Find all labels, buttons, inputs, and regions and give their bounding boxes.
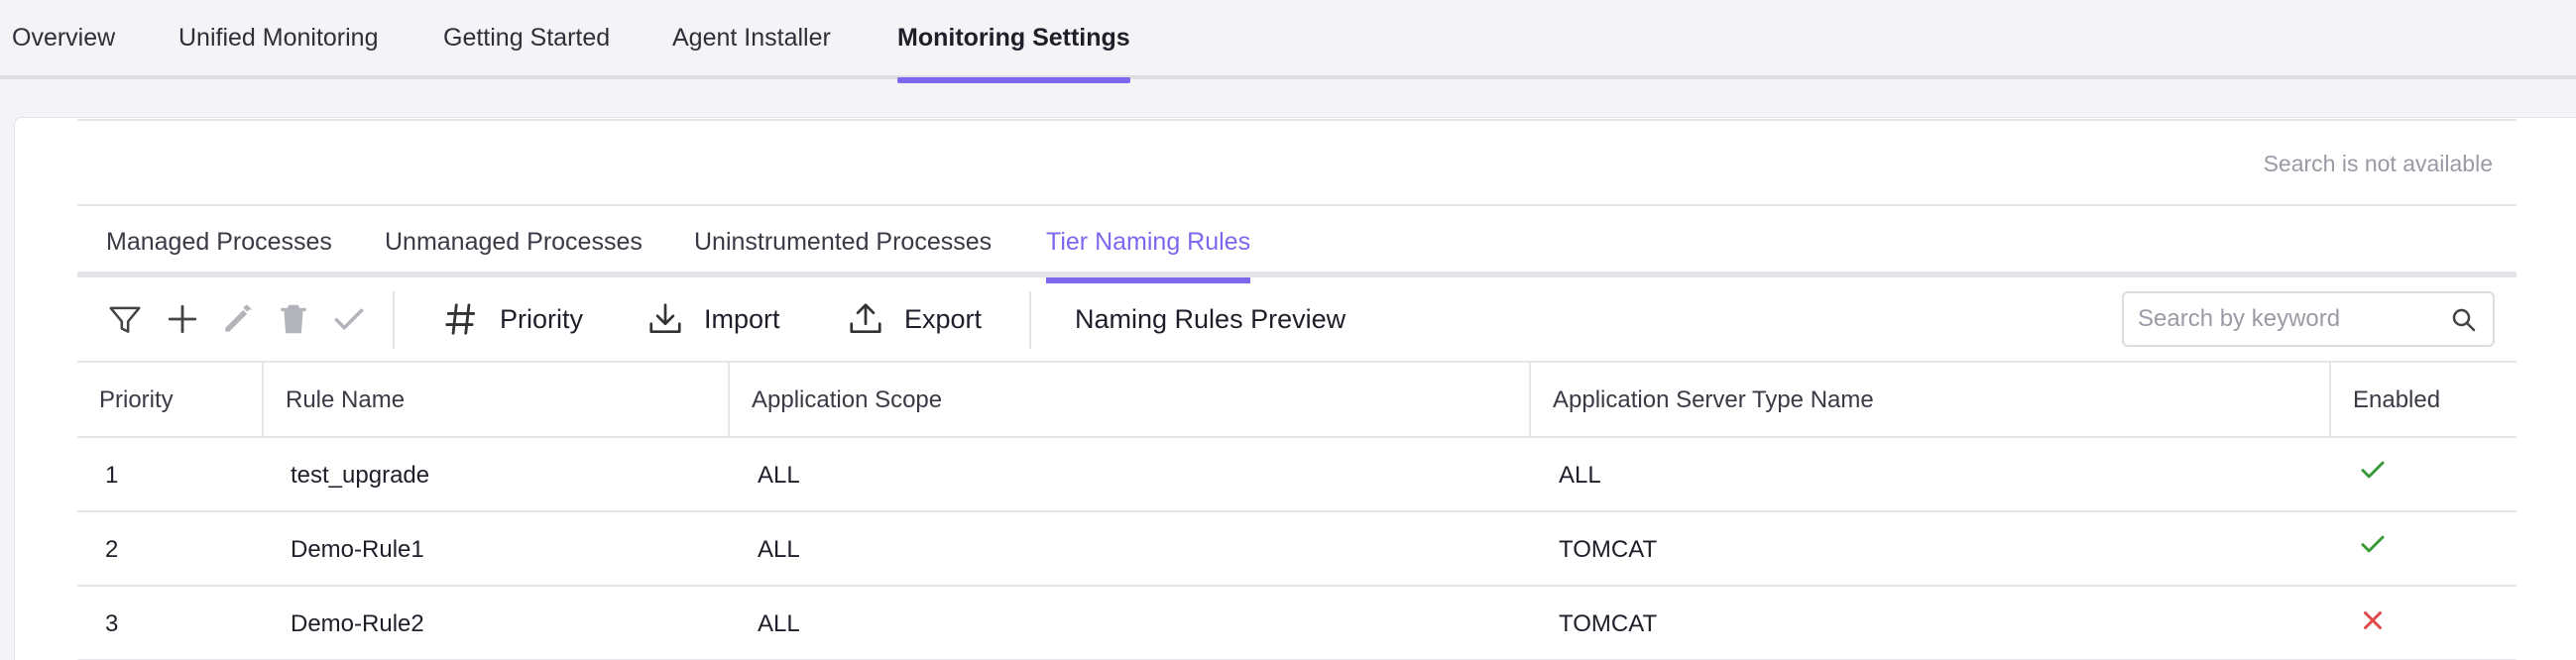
tab-agent-installer[interactable]: Agent Installer xyxy=(672,24,831,79)
subtab-unmanaged-processes[interactable]: Unmanaged Processes xyxy=(385,228,643,277)
col-header-rule-name[interactable]: Rule Name xyxy=(264,363,730,438)
import-label: Import xyxy=(704,303,780,334)
download-icon xyxy=(649,303,681,334)
header-label: Application Server Type Name xyxy=(1553,386,1874,413)
cell-server-type: TOMCAT xyxy=(1559,609,1658,637)
header-label: Enabled xyxy=(2353,386,2441,413)
table-row[interactable]: 3 Demo-Rule2 ALL TOMCAT xyxy=(77,587,2517,660)
cell-rule-name: test_upgrade xyxy=(291,461,430,489)
table-header: Priority Rule Name Application Scope App… xyxy=(77,363,2517,438)
priority-label: Priority xyxy=(500,303,584,334)
section-divider xyxy=(77,204,2517,206)
cell-priority: 3 xyxy=(105,609,119,637)
priority-button[interactable]: Priority xyxy=(442,297,583,341)
cell-rule-name: Demo-Rule2 xyxy=(291,609,424,637)
tier-naming-rules-table: Priority Rule Name Application Scope App… xyxy=(77,363,2517,660)
cell-scope: ALL xyxy=(758,461,800,489)
trash-icon[interactable] xyxy=(272,297,315,341)
subtab-label: Managed Processes xyxy=(106,228,332,256)
header-label: Application Scope xyxy=(752,386,943,413)
header-label: Rule Name xyxy=(286,386,406,413)
tab-overview[interactable]: Overview xyxy=(12,24,115,79)
preview-label: Naming Rules Preview xyxy=(1075,303,1347,334)
subtab-label: Unmanaged Processes xyxy=(385,228,643,256)
table-row[interactable]: 2 Demo-Rule1 ALL TOMCAT xyxy=(77,512,2517,587)
upload-icon xyxy=(850,303,881,334)
toolbar-divider xyxy=(1029,291,1031,349)
col-header-application-scope[interactable]: Application Scope xyxy=(730,363,1531,438)
table-row[interactable]: 1 test_upgrade ALL ALL xyxy=(77,438,2517,512)
tab-label: Monitoring Settings xyxy=(897,24,1130,52)
toolbar: Priority Import Export Naming Rules Prev… xyxy=(77,283,2517,363)
subtab-label: Tier Naming Rules xyxy=(1046,228,1251,256)
cell-enabled xyxy=(2358,583,2388,657)
col-header-priority[interactable]: Priority xyxy=(77,363,264,438)
subtab-managed-processes[interactable]: Managed Processes xyxy=(106,228,332,277)
tab-label: Unified Monitoring xyxy=(178,24,379,52)
search-input[interactable] xyxy=(2138,293,2435,345)
top-nav-tabs: Overview Unified Monitoring Getting Star… xyxy=(0,0,2576,83)
check-icon xyxy=(2361,535,2385,552)
col-header-server-type[interactable]: Application Server Type Name xyxy=(1531,363,2331,438)
tab-label: Overview xyxy=(12,24,116,52)
cell-priority: 2 xyxy=(105,535,119,563)
search-icon[interactable] xyxy=(2449,305,2479,335)
check-icon xyxy=(2361,461,2385,478)
subtab-uninstrumented-processes[interactable]: Uninstrumented Processes xyxy=(694,228,992,277)
tab-label: Getting Started xyxy=(443,24,611,52)
tab-getting-started[interactable]: Getting Started xyxy=(443,24,610,79)
header-label: Priority xyxy=(99,386,174,413)
panel-divider xyxy=(77,119,2517,121)
search-box xyxy=(2122,291,2495,347)
import-button[interactable]: Import xyxy=(646,297,780,341)
check-icon[interactable] xyxy=(327,297,371,341)
tab-underline xyxy=(897,77,1130,83)
subtab-label: Uninstrumented Processes xyxy=(694,228,993,256)
cell-priority: 1 xyxy=(105,461,119,489)
cell-rule-name: Demo-Rule1 xyxy=(291,535,424,563)
naming-rules-preview-button[interactable]: Naming Rules Preview xyxy=(1075,297,1346,341)
cell-scope: ALL xyxy=(758,609,800,637)
plus-icon[interactable] xyxy=(161,297,204,341)
tab-monitoring-settings[interactable]: Monitoring Settings xyxy=(897,24,1130,83)
close-icon xyxy=(2364,610,2382,629)
cell-server-type: ALL xyxy=(1559,461,1601,489)
toolbar-divider xyxy=(393,291,395,349)
hash-icon xyxy=(445,303,476,335)
export-button[interactable]: Export xyxy=(847,297,982,341)
cell-server-type: TOMCAT xyxy=(1559,535,1658,563)
search-unavailable-note: Search is not available xyxy=(2263,151,2493,176)
col-header-enabled[interactable]: Enabled xyxy=(2331,363,2517,438)
cell-enabled xyxy=(2358,432,2388,506)
cell-enabled xyxy=(2358,506,2388,581)
tab-unified-monitoring[interactable]: Unified Monitoring xyxy=(178,24,379,79)
cell-scope: ALL xyxy=(758,535,800,563)
export-label: Export xyxy=(904,303,983,334)
tab-label: Agent Installer xyxy=(672,24,831,52)
sub-tabs: Managed Processes Unmanaged Processes Un… xyxy=(77,224,2517,283)
filter-icon[interactable] xyxy=(103,297,147,341)
pencil-icon[interactable] xyxy=(216,297,260,341)
subtab-tier-naming-rules[interactable]: Tier Naming Rules xyxy=(1046,228,1251,283)
